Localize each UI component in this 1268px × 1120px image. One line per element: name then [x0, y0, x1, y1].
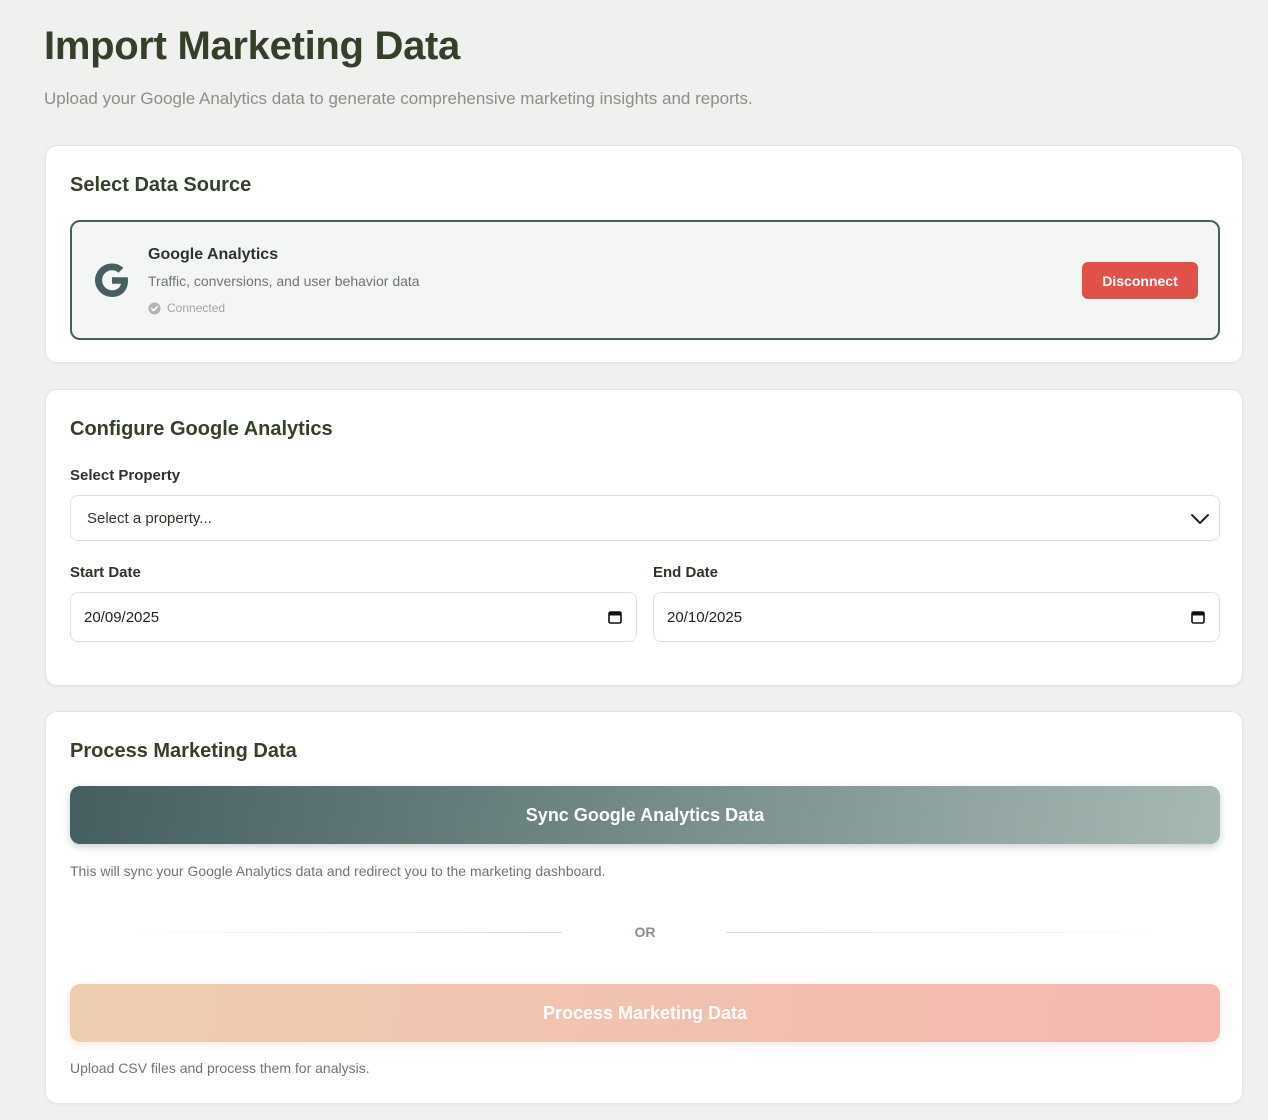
google-g-icon	[95, 263, 128, 297]
end-date-label: End Date	[653, 564, 719, 581]
data-source-card: Select Data Source Google Analytics Traf…	[45, 145, 1243, 363]
section-title: Process Marketing Data	[70, 740, 297, 762]
page-subtitle: Upload your Google Analytics data to gen…	[44, 89, 753, 108]
sync-help-text: This will sync your Google Analytics dat…	[70, 863, 606, 879]
configure-card: Configure Google Analytics Select Proper…	[45, 389, 1243, 686]
page-title: Import Marketing Data	[44, 24, 460, 68]
process-marketing-data-button[interactable]: Process Marketing Data	[70, 984, 1220, 1042]
property-select[interactable]: Select a property...	[70, 495, 1220, 541]
process-help-text: Upload CSV files and process them for an…	[70, 1060, 370, 1076]
connection-status: Connected	[148, 301, 225, 315]
property-select-value: Select a property...	[87, 509, 212, 527]
process-card: Process Marketing Data Sync Google Analy…	[45, 711, 1243, 1104]
calendar-icon[interactable]	[1191, 610, 1205, 624]
section-title: Configure Google Analytics	[70, 418, 333, 440]
google-analytics-source-option[interactable]: Google Analytics Traffic, conversions, a…	[70, 220, 1220, 340]
disconnect-button[interactable]: Disconnect	[1082, 262, 1198, 299]
end-date-value: 20/10/2025	[667, 608, 743, 626]
source-description: Traffic, conversions, and user behavior …	[148, 273, 420, 289]
divider-right	[726, 932, 1176, 933]
sync-google-analytics-button[interactable]: Sync Google Analytics Data	[70, 786, 1220, 844]
calendar-icon[interactable]	[608, 610, 622, 624]
start-date-input[interactable]: 20/09/2025	[70, 592, 637, 642]
property-label: Select Property	[70, 467, 181, 484]
start-date-label: Start Date	[70, 564, 141, 581]
start-date-value: 20/09/2025	[84, 608, 160, 626]
source-name: Google Analytics	[148, 246, 279, 263]
end-date-input[interactable]: 20/10/2025	[653, 592, 1220, 642]
status-label: Connected	[167, 301, 226, 315]
chevron-down-icon	[1191, 514, 1209, 524]
section-title: Select Data Source	[70, 174, 252, 196]
check-circle-icon	[148, 301, 161, 315]
